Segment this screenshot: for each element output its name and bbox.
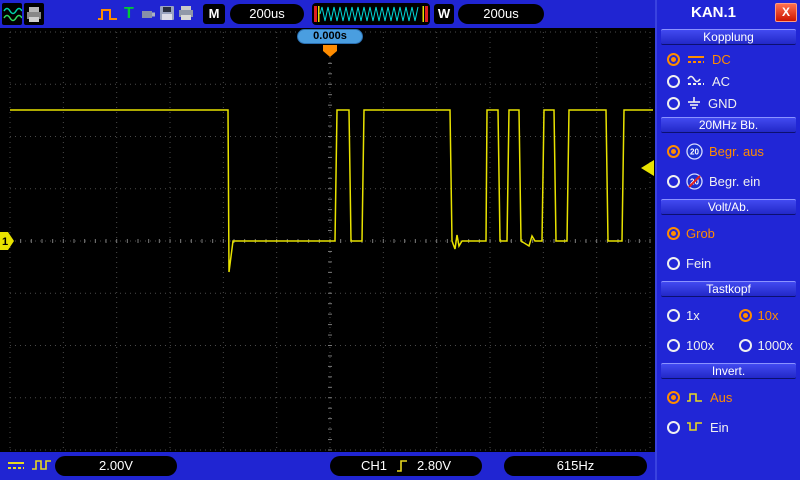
bwlimit-option-ein[interactable]: 20 Begr. ein (657, 166, 800, 196)
trigger-time-label: 0.000s (297, 29, 363, 44)
probe-option-1000x[interactable]: 1000x (729, 330, 800, 360)
section-header-bwlimit: 20MHz Bb. (661, 117, 796, 133)
probe-row-1: 1x 10x (657, 300, 800, 330)
menu-title-row: KAN.1 X (657, 0, 800, 26)
option-label: AC (712, 73, 731, 89)
dc-indicator-icon (6, 458, 26, 477)
usb-icon (141, 8, 156, 26)
radio-icon (738, 338, 752, 352)
squarewave-indicator-icon (31, 458, 53, 477)
bottom-status-bar: 2.00V CH1 2.80V 615Hz (0, 452, 655, 480)
svg-text:20: 20 (690, 147, 699, 156)
close-button[interactable]: X (775, 3, 797, 22)
bwlimit-option-aus[interactable]: 20 Begr. aus (657, 136, 800, 166)
option-label: GND (708, 95, 737, 111)
option-label: Begr. aus (709, 143, 764, 159)
probe-row-2: 100x 1000x (657, 330, 800, 360)
rising-edge-icon (396, 458, 408, 474)
radio-icon (667, 52, 680, 66)
section-header-tastkopf: Tastkopf (661, 281, 796, 297)
invert-option-ein[interactable]: Ein (657, 412, 800, 442)
gnd-symbol-icon (686, 96, 702, 110)
main-timebase-readout: 200us (230, 4, 304, 24)
trigger-source-label: CH1 (361, 458, 388, 473)
probe-option-10x[interactable]: 10x (729, 300, 800, 330)
section-header-invert: Invert. (661, 363, 796, 379)
radio-icon (667, 338, 680, 352)
option-label: Grob (686, 225, 715, 241)
coupling-option-ac[interactable]: AC (657, 70, 800, 92)
bw20-icon: 20 (686, 142, 703, 160)
radio-icon (667, 74, 680, 88)
option-label: 10x (757, 307, 779, 323)
normal-wave-icon (686, 391, 704, 403)
option-label: Ein (710, 419, 729, 435)
invert-option-aus[interactable]: Aus (657, 382, 800, 412)
coupling-option-gnd[interactable]: GND (657, 92, 800, 114)
window-timebase-readout: 200us (458, 4, 544, 24)
probe-option-1x[interactable]: 1x (657, 300, 729, 330)
option-label: 1000x (757, 337, 793, 353)
inverted-wave-icon (686, 421, 704, 433)
scope-logo-icon (2, 3, 23, 25)
option-label: Aus (710, 389, 733, 405)
print-icon (24, 3, 44, 25)
radio-icon (667, 308, 680, 322)
svg-text:1: 1 (2, 236, 8, 248)
probe-option-100x[interactable]: 100x (657, 330, 729, 360)
trigger-level-readout: 2.80V (417, 458, 451, 473)
main-timebase-button[interactable]: M (203, 4, 225, 24)
radio-icon (667, 174, 680, 188)
printer-icon (178, 5, 194, 26)
radio-icon (667, 226, 680, 240)
bw20-off-icon: 20 (686, 172, 703, 190)
ac-symbol-icon (686, 75, 706, 87)
save-icon (159, 5, 175, 26)
option-label: Begr. ein (709, 173, 761, 189)
top-toolbar: T M 200us W 200us (0, 0, 655, 28)
trigger-status-icon: T (124, 5, 134, 22)
option-label: 1x (686, 307, 700, 323)
section-header-kopplung: Kopplung (661, 29, 796, 45)
radio-icon (667, 390, 680, 404)
option-label: DC (712, 51, 731, 67)
trigger-readout: CH1 2.80V (330, 456, 482, 476)
menu-title: KAN.1 (690, 4, 736, 21)
waveform-display: 1 0.000s (0, 28, 655, 452)
dc-symbol-icon (686, 53, 706, 65)
radio-icon (667, 420, 680, 434)
radio-icon (667, 256, 680, 270)
voltab-option-grob[interactable]: Grob (657, 218, 800, 248)
oscilloscope-screen: T M 200us W 200us 1 0.000s 2.00V CH1 2.8… (0, 0, 800, 480)
trigger-pulse-icon (97, 6, 119, 27)
radio-icon (667, 144, 680, 158)
radio-icon (667, 96, 680, 110)
channel1-menu: KAN.1 X Kopplung DC AC GND 20MHz Bb. 20 … (655, 0, 800, 480)
radio-icon (738, 308, 752, 322)
window-timebase-button[interactable]: W (434, 4, 454, 24)
coupling-option-dc[interactable]: DC (657, 48, 800, 70)
channel1-scale-readout: 2.00V (55, 456, 177, 476)
waveform-preview (312, 3, 430, 25)
trigger-frequency-readout: 615Hz (504, 456, 647, 476)
section-header-voltab: Volt/Ab. (661, 199, 796, 215)
scope-graticule: 1 (0, 31, 654, 451)
option-label: Fein (686, 255, 712, 271)
voltab-option-fein[interactable]: Fein (657, 248, 800, 278)
option-label: 100x (686, 337, 715, 353)
